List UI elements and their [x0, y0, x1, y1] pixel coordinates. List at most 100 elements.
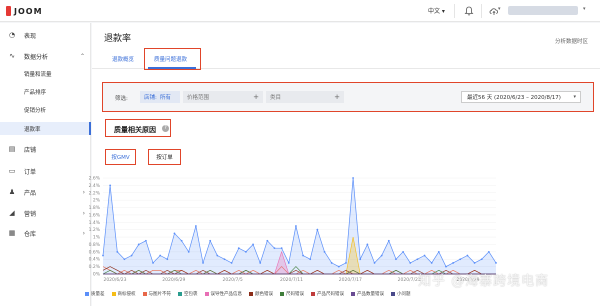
- help-icon[interactable]: ?: [162, 125, 169, 132]
- divider: [481, 4, 482, 18]
- sidebar-item-label: 表现: [24, 32, 37, 40]
- cart-icon: ▭: [8, 167, 16, 175]
- legend-item[interactable]: 误导性产品信息: [204, 291, 243, 297]
- data-point: [452, 262, 455, 264]
- y-tick-label: 1.2%: [89, 227, 101, 233]
- data-point: [116, 250, 119, 253]
- y-tick-label: 0.6%: [89, 249, 101, 255]
- legend-item[interactable]: 空包裹: [178, 291, 198, 297]
- data-point: [194, 225, 197, 227]
- data-point: [123, 258, 126, 261]
- data-point: [430, 262, 433, 264]
- data-point: [330, 262, 333, 264]
- x-tick-label: 2020/6/23: [103, 277, 126, 283]
- toggle-by-gmv[interactable]: 按GMV: [105, 149, 136, 165]
- data-point: [445, 265, 447, 268]
- legend-swatch: [311, 292, 315, 296]
- region-link[interactable]: 分析数据时区: [555, 37, 588, 45]
- y-tick-label: 2.4%: [89, 183, 101, 189]
- tab-active-indicator: [148, 67, 196, 69]
- data-point: [109, 184, 112, 187]
- sidebar-item-performance[interactable]: ◔ 表现: [0, 28, 91, 42]
- legend-swatch: [391, 292, 395, 296]
- legend-item[interactable]: 小问题: [391, 291, 411, 297]
- legend-label: 产品尺码错误: [317, 292, 344, 297]
- data-point: [180, 239, 183, 242]
- chevron-down-icon[interactable]: ▾: [583, 6, 586, 12]
- data-point: [352, 177, 354, 179]
- legend-swatch: [280, 292, 284, 296]
- data-point: [373, 262, 376, 264]
- tab-refund-overview[interactable]: 退款概览: [112, 55, 134, 63]
- data-point: [280, 247, 283, 250]
- chevron-down-icon[interactable]: ▾: [498, 6, 501, 12]
- data-point: [323, 250, 326, 253]
- legend-item[interactable]: 与图片不符: [142, 291, 171, 297]
- data-point: [266, 239, 269, 242]
- data-point: [130, 254, 133, 257]
- legend-label: 误导性产品信息: [210, 292, 243, 297]
- user-account-menu[interactable]: [508, 6, 578, 15]
- legend-item[interactable]: 产品数量错误: [351, 291, 384, 297]
- data-point: [409, 262, 412, 264]
- marketing-icon: ◢: [9, 209, 15, 217]
- legend-item[interactable]: 产品尺码错误: [311, 291, 344, 297]
- category-filter[interactable]: 类目 +: [266, 91, 344, 103]
- sidebar-subitem-product-ranking[interactable]: 产品排序: [0, 85, 91, 98]
- logo[interactable]: JOOM: [6, 5, 43, 17]
- shop-label: 店铺:: [144, 95, 157, 101]
- data-point: [187, 250, 190, 253]
- sidebar-subitem-promo-analysis[interactable]: 促销分析: [0, 103, 91, 116]
- data-point: [466, 254, 469, 257]
- sidebar-item-store[interactable]: ▤ 店铺: [0, 142, 91, 156]
- y-tick-label: 0.8%: [89, 242, 101, 248]
- data-point: [144, 239, 147, 242]
- data-point: [359, 258, 362, 261]
- legend-swatch: [178, 292, 182, 296]
- y-tick-label: 1.4%: [89, 220, 101, 226]
- data-point: [202, 262, 204, 264]
- sidebar-subitem-sales-traffic[interactable]: 销量和流量: [0, 67, 91, 80]
- y-tick-label: 2.2%: [89, 190, 101, 196]
- legend-item[interactable]: 尺码错误: [280, 291, 304, 297]
- date-range-select[interactable]: 最近56 天 (2020/6/23 – 2020/8/17) ▾: [461, 91, 581, 103]
- shop-value: 所有: [159, 95, 171, 101]
- data-point: [437, 250, 440, 253]
- legend-item[interactable]: 质量差: [85, 291, 105, 297]
- data-point: [387, 239, 390, 242]
- language-switcher[interactable]: 中文 ▾: [428, 6, 445, 15]
- watermark: 知乎 @海寨跨境电商: [418, 274, 550, 289]
- data-point: [495, 262, 497, 264]
- shop-filter[interactable]: 店铺: 所有: [140, 91, 180, 103]
- legend-item[interactable]: 颜色错误: [249, 291, 273, 297]
- bell-icon[interactable]: [463, 5, 475, 17]
- data-point: [209, 239, 212, 242]
- price-range-filter[interactable]: 价格范围 +: [183, 91, 263, 103]
- data-point: [102, 254, 104, 257]
- legend-label: 商标侵权: [117, 292, 136, 297]
- series-area: [103, 178, 496, 274]
- dashboard-icon: ◔: [8, 31, 16, 39]
- data-point: [252, 243, 254, 246]
- toggle-by-order[interactable]: 按订单: [148, 149, 181, 165]
- data-point: [287, 262, 290, 264]
- data-point: [152, 262, 154, 264]
- analytics-icon: ∿: [9, 52, 15, 60]
- data-point: [309, 258, 312, 261]
- data-point: [487, 250, 490, 253]
- data-point: [259, 262, 262, 264]
- legend-label: 空包裹: [184, 292, 198, 297]
- logo-mark: [6, 6, 11, 16]
- y-tick-label: 2.6%: [89, 176, 101, 182]
- data-point: [473, 262, 476, 264]
- legend-swatch: [142, 292, 147, 296]
- sidebar-item-analytics[interactable]: ∿ 数据分析 ⌃: [0, 49, 91, 63]
- data-point: [423, 254, 426, 257]
- data-point: [159, 254, 162, 257]
- y-tick-label: 2%: [93, 198, 101, 204]
- y-tick-label: 1%: [93, 235, 101, 241]
- sidebar-subitem-refund-rate[interactable]: 退款率: [0, 122, 91, 135]
- legend-item[interactable]: 商标侵权: [111, 291, 136, 297]
- plus-icon: +: [334, 93, 340, 101]
- data-point: [245, 250, 247, 253]
